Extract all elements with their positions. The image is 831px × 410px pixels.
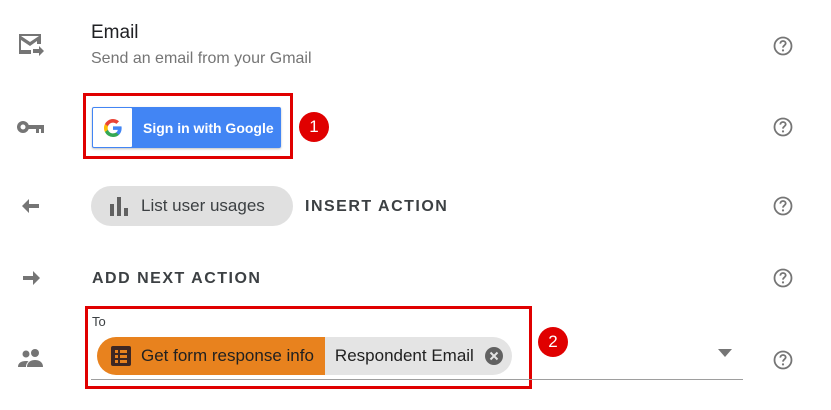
annotation-badge-2: 2 [538, 327, 568, 357]
token-source: Get form response info [97, 337, 325, 375]
bar-chart-icon [110, 197, 128, 216]
arrow-right-icon [16, 263, 46, 293]
remove-token-icon[interactable] [484, 346, 504, 366]
email-send-icon [16, 30, 46, 60]
help-icon[interactable] [772, 349, 794, 371]
to-field-label: To [92, 314, 106, 329]
token-source-label: Get form response info [141, 346, 314, 365]
list-user-usages-chip[interactable]: List user usages [91, 186, 293, 226]
action-title: Email [91, 22, 139, 43]
recipient-token[interactable]: Get form response info Respondent Email [97, 337, 512, 375]
sign-in-label: Sign in with Google [143, 119, 274, 136]
chip-label: List user usages [141, 196, 265, 215]
sign-in-with-google-button[interactable]: Sign in with Google [92, 107, 281, 148]
add-next-action-button[interactable]: ADD NEXT ACTION [92, 270, 261, 288]
annotation-badge-1: 1 [299, 112, 329, 142]
help-icon[interactable] [772, 116, 794, 138]
arrow-left-icon [16, 191, 46, 221]
people-icon [16, 343, 46, 373]
dropdown-arrow-icon[interactable] [717, 348, 733, 358]
token-value: Respondent Email [324, 337, 512, 375]
action-subtitle: Send an email from your Gmail [91, 50, 312, 67]
google-logo-icon [93, 108, 132, 147]
help-icon[interactable] [772, 195, 794, 217]
insert-action-button[interactable]: INSERT ACTION [305, 198, 448, 216]
key-icon [16, 112, 46, 142]
help-icon[interactable] [772, 35, 794, 57]
to-field-underline [91, 379, 743, 380]
help-icon[interactable] [772, 267, 794, 289]
token-value-label: Respondent Email [334, 346, 474, 365]
form-icon [111, 346, 131, 366]
